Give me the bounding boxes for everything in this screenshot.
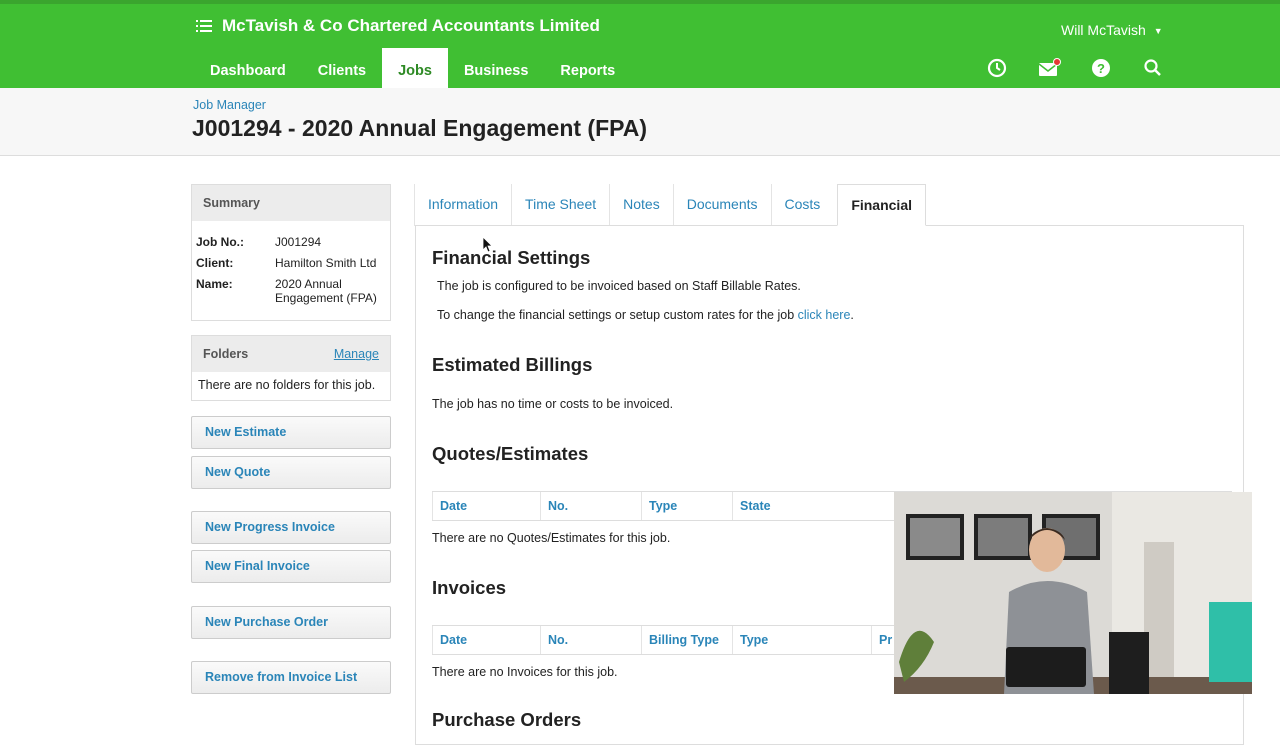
new-estimate-button[interactable]: New Estimate: [191, 416, 391, 449]
tab-financial[interactable]: Financial: [837, 184, 926, 226]
quotes-estimates-title: Quotes/Estimates: [432, 443, 589, 464]
search-icon[interactable]: [1141, 56, 1165, 80]
job-no-value: J001294: [275, 235, 322, 249]
nav-jobs[interactable]: Jobs: [382, 48, 448, 92]
tab-information[interactable]: Information: [414, 184, 511, 226]
financial-settings-title: Financial Settings: [432, 247, 591, 268]
nav-clients[interactable]: Clients: [302, 48, 382, 92]
nav-dashboard[interactable]: Dashboard: [194, 48, 302, 92]
breadcrumb[interactable]: Job Manager: [193, 98, 266, 112]
invoices-title: Invoices: [432, 577, 507, 598]
new-final-invoice-button[interactable]: New Final Invoice: [191, 550, 391, 583]
financial-settings-text: The job is configured to be invoiced bas…: [437, 279, 801, 293]
nav-reports[interactable]: Reports: [544, 48, 631, 92]
brand-name: McTavish & Co Chartered Accountants Limi…: [222, 16, 600, 35]
page-title: J001294 - 2020 Annual Engagement (FPA): [192, 115, 648, 141]
page-header: Job Manager J001294 - 2020 Annual Engage…: [0, 88, 1280, 156]
nav-business[interactable]: Business: [448, 48, 544, 92]
tab-documents[interactable]: Documents: [672, 184, 771, 226]
mouse-cursor-icon: [483, 237, 493, 253]
clock-icon[interactable]: [985, 56, 1009, 80]
folders-heading: Folders Manage: [192, 336, 390, 372]
invoices-col-type[interactable]: Type: [732, 626, 871, 654]
mail-icon[interactable]: [1037, 56, 1061, 80]
quotes-col-no[interactable]: No.: [540, 492, 641, 520]
remove-from-invoice-list-button[interactable]: Remove from Invoice List: [191, 661, 391, 694]
client-label: Client:: [196, 256, 234, 270]
new-purchase-order-button[interactable]: New Purchase Order: [191, 606, 391, 639]
change-settings-prefix: To change the financial settings or setu…: [437, 308, 798, 322]
name-value: 2020 Annual Engagement (FPA): [275, 277, 377, 305]
folders-panel: Folders Manage There are no folders for …: [191, 335, 391, 401]
job-no-label: Job No.:: [196, 235, 244, 249]
summary-heading-text: Summary: [203, 196, 260, 210]
purchase-orders-title: Purchase Orders: [432, 709, 582, 730]
quotes-col-type[interactable]: Type: [641, 492, 732, 520]
quotes-empty: There are no Quotes/Estimates for this j…: [432, 531, 671, 545]
summary-panel: Summary Job No.: J001294 Client: Hamilto…: [191, 184, 391, 321]
invoices-col-date[interactable]: Date: [432, 626, 540, 654]
click-here-link[interactable]: click here: [798, 308, 851, 322]
change-settings-text: To change the financial settings or setu…: [437, 308, 854, 322]
brand[interactable]: McTavish & Co Chartered Accountants Limi…: [196, 16, 600, 36]
tab-time-sheet[interactable]: Time Sheet: [511, 184, 609, 226]
name-row: Name: 2020 Annual Engagement (FPA): [192, 277, 390, 305]
client-value: Hamilton Smith Ltd: [275, 256, 377, 270]
user-name: Will McTavish: [1061, 22, 1146, 38]
folders-empty: There are no folders for this job.: [198, 378, 376, 392]
change-settings-end: .: [850, 308, 854, 322]
tab-notes[interactable]: Notes: [609, 184, 673, 226]
summary-heading: Summary: [192, 185, 390, 221]
menu-icon[interactable]: [196, 19, 212, 33]
nav-icons: ?: [985, 56, 1193, 80]
presenter-video-image: [894, 492, 1252, 694]
estimated-billings-text: The job has no time or costs to be invoi…: [432, 397, 674, 411]
tab-costs[interactable]: Costs: [770, 184, 834, 226]
top-navbar: McTavish & Co Chartered Accountants Limi…: [0, 0, 1280, 92]
job-no-row: Job No.: J001294: [192, 235, 390, 249]
help-icon[interactable]: ?: [1089, 56, 1113, 80]
quotes-col-date[interactable]: Date: [432, 492, 540, 520]
invoices-empty: There are no Invoices for this job.: [432, 665, 618, 679]
new-progress-invoice-button[interactable]: New Progress Invoice: [191, 511, 391, 544]
job-tabs: Information Time Sheet Notes Documents C…: [414, 184, 926, 226]
new-quote-button[interactable]: New Quote: [191, 456, 391, 489]
invoices-col-billing-type[interactable]: Billing Type: [641, 626, 732, 654]
invoices-col-no[interactable]: No.: [540, 626, 641, 654]
folders-title: Folders: [203, 347, 249, 361]
svg-text:?: ?: [1097, 61, 1105, 76]
webcam-overlay: [894, 492, 1252, 694]
user-menu[interactable]: Will McTavish ▼: [1061, 22, 1163, 38]
estimated-billings-title: Estimated Billings: [432, 354, 593, 375]
name-label: Name:: [196, 277, 233, 291]
client-row: Client: Hamilton Smith Ltd: [192, 256, 390, 270]
manage-folders-link[interactable]: Manage: [334, 336, 379, 372]
main-nav: Dashboard Clients Jobs Business Reports: [194, 48, 631, 92]
chevron-down-icon: ▼: [1153, 26, 1163, 36]
